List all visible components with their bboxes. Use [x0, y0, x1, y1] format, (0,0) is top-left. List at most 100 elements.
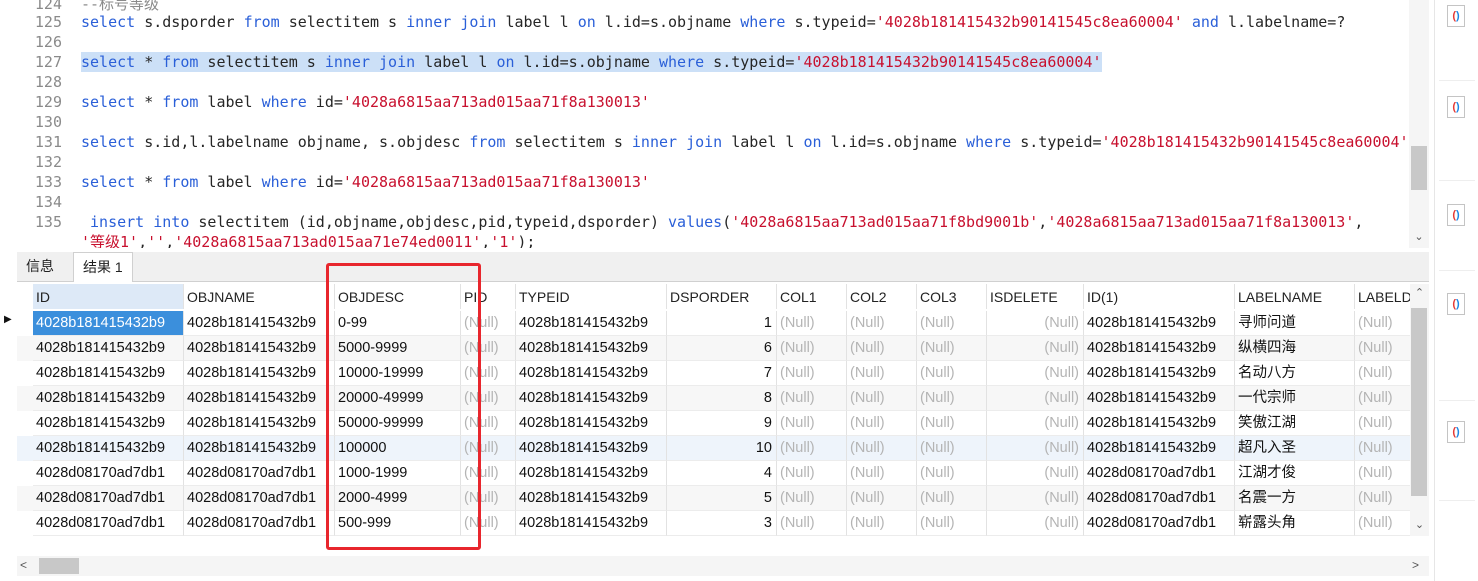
column-header[interactable]: DSPORDER	[667, 284, 777, 309]
table-cell[interactable]: (Null)	[917, 511, 987, 536]
scroll-down-arrow-icon[interactable]: ⌄	[1410, 518, 1429, 531]
table-cell[interactable]: (Null)	[917, 436, 987, 461]
table-cell[interactable]: 4028b181415432b9	[184, 386, 335, 411]
table-cell[interactable]: (Null)	[987, 336, 1084, 361]
table-cell[interactable]: 4028b181415432b9	[516, 361, 667, 386]
table-cell[interactable]: (Null)	[917, 311, 987, 336]
table-cell[interactable]: (Null)	[847, 361, 917, 386]
table-cell[interactable]: 超凡入圣	[1235, 436, 1355, 461]
tab-info[interactable]: 信息	[17, 252, 63, 280]
table-cell[interactable]: (Null)	[987, 511, 1084, 536]
table-cell[interactable]: (Null)	[1355, 361, 1410, 386]
table-cell[interactable]: (Null)	[847, 486, 917, 511]
column-header[interactable]: ID(1)	[1084, 284, 1235, 309]
column-header[interactable]: ISDELETE	[987, 284, 1084, 309]
table-cell[interactable]: (Null)	[777, 486, 847, 511]
table-cell[interactable]: 名震一方	[1235, 486, 1355, 511]
code-file-icon[interactable]: ()	[1447, 96, 1465, 118]
column-header[interactable]: TYPEID	[516, 284, 667, 309]
table-cell[interactable]: 4028d08170ad7db1	[33, 511, 184, 536]
grid-horizontal-scroll-thumb[interactable]	[39, 558, 79, 574]
table-cell[interactable]: 4028b181415432b9	[33, 411, 184, 436]
table-cell[interactable]: (Null)	[847, 311, 917, 336]
table-cell[interactable]: 4028b181415432b9	[33, 336, 184, 361]
table-cell[interactable]: 4028b181415432b9	[516, 311, 667, 336]
code-text[interactable]: insert into selectitem (id,objname,objde…	[81, 212, 1363, 232]
tab-result-1[interactable]: 结果 1	[73, 252, 133, 282]
table-cell[interactable]: (Null)	[987, 361, 1084, 386]
code-text[interactable]: '等级1','','4028a6815aa713ad015aa71e74ed00…	[81, 232, 535, 248]
table-cell[interactable]: 4028d08170ad7db1	[1084, 511, 1235, 536]
table-cell[interactable]: 4028b181415432b9	[1084, 411, 1235, 436]
code-file-icon[interactable]: ()	[1447, 204, 1465, 226]
table-cell[interactable]: 4028d08170ad7db1	[1084, 461, 1235, 486]
table-cell[interactable]: 4028b181415432b9	[1084, 436, 1235, 461]
grid-vertical-scroll-thumb[interactable]	[1411, 308, 1427, 496]
table-cell[interactable]: (Null)	[917, 461, 987, 486]
table-cell[interactable]: 纵横四海	[1235, 336, 1355, 361]
table-cell[interactable]: 4028b181415432b9	[33, 311, 184, 336]
table-cell[interactable]: (Null)	[917, 411, 987, 436]
table-row[interactable]: 4028b181415432b9 4028b181415432b9 5000-999…	[17, 336, 1410, 361]
table-cell[interactable]: 4028d08170ad7db1	[1084, 486, 1235, 511]
table-cell[interactable]: (Null)	[847, 511, 917, 536]
table-row[interactable]: 4028d08170ad7db1 4028d08170ad7db1 2000-499…	[17, 486, 1410, 511]
table-cell[interactable]: 4	[667, 461, 777, 486]
table-cell[interactable]: (Null)	[917, 486, 987, 511]
table-cell[interactable]: 4028b181415432b9	[184, 311, 335, 336]
table-cell[interactable]: 9	[667, 411, 777, 436]
code-file-icon[interactable]: ()	[1447, 5, 1465, 27]
editor-scroll-thumb[interactable]	[1411, 146, 1427, 190]
table-cell[interactable]: 7	[667, 361, 777, 386]
table-cell[interactable]: (Null)	[1355, 411, 1410, 436]
table-cell[interactable]: 5	[667, 486, 777, 511]
table-cell[interactable]: 江湖才俊	[1235, 461, 1355, 486]
table-cell[interactable]: (Null)	[847, 461, 917, 486]
grid-vertical-scrollbar[interactable]: ⌃ ⌄	[1410, 284, 1429, 536]
table-cell[interactable]: (Null)	[1355, 436, 1410, 461]
table-cell[interactable]: (Null)	[777, 436, 847, 461]
table-cell[interactable]: 4028b181415432b9	[516, 386, 667, 411]
table-cell[interactable]: 1	[667, 311, 777, 336]
table-cell[interactable]: 崭露头角	[1235, 511, 1355, 536]
table-row[interactable]: 4028b181415432b9 4028b181415432b9 100000 (N…	[17, 436, 1410, 461]
table-cell[interactable]: (Null)	[777, 361, 847, 386]
code-text[interactable]: select * from label where id='4028a6815a…	[81, 92, 650, 112]
table-cell[interactable]: (Null)	[1355, 386, 1410, 411]
table-cell[interactable]: 4028b181415432b9	[516, 486, 667, 511]
table-cell[interactable]: (Null)	[777, 511, 847, 536]
grid-horizontal-scrollbar[interactable]: < >	[17, 556, 1429, 576]
table-cell[interactable]: 寻师问道	[1235, 311, 1355, 336]
table-cell[interactable]: (Null)	[777, 336, 847, 361]
column-header[interactable]: COL2	[847, 284, 917, 309]
table-cell[interactable]: 4028b181415432b9	[184, 436, 335, 461]
table-cell[interactable]: (Null)	[777, 461, 847, 486]
column-header[interactable]: COL1	[777, 284, 847, 309]
scroll-up-arrow-icon[interactable]: ⌃	[1410, 286, 1429, 299]
table-cell[interactable]: 名动八方	[1235, 361, 1355, 386]
table-cell[interactable]: 4028b181415432b9	[184, 336, 335, 361]
table-row[interactable]: 4028d08170ad7db1 4028d08170ad7db1 500-999(…	[17, 511, 1410, 536]
table-cell[interactable]: (Null)	[1355, 461, 1410, 486]
table-cell[interactable]: (Null)	[1355, 311, 1410, 336]
table-cell[interactable]: 4028b181415432b9	[184, 411, 335, 436]
table-cell[interactable]: 4028b181415432b9	[1084, 336, 1235, 361]
column-header[interactable]: LABELD	[1355, 284, 1410, 309]
table-cell[interactable]: 4028b181415432b9	[33, 386, 184, 411]
table-cell[interactable]: (Null)	[987, 486, 1084, 511]
column-header[interactable]: LABELNAME	[1235, 284, 1355, 309]
table-cell[interactable]: (Null)	[847, 336, 917, 361]
table-row[interactable]: 4028d08170ad7db1 4028d08170ad7db1 1000-199…	[17, 461, 1410, 486]
table-cell[interactable]: (Null)	[917, 336, 987, 361]
table-cell[interactable]: (Null)	[847, 436, 917, 461]
table-cell[interactable]: (Null)	[987, 461, 1084, 486]
table-cell[interactable]: 4028b181415432b9	[516, 461, 667, 486]
table-cell[interactable]: 3	[667, 511, 777, 536]
table-cell[interactable]: 8	[667, 386, 777, 411]
code-file-icon[interactable]: ()	[1447, 421, 1465, 443]
table-cell[interactable]: (Null)	[847, 411, 917, 436]
table-cell[interactable]: 笑傲江湖	[1235, 411, 1355, 436]
table-cell[interactable]: (Null)	[847, 386, 917, 411]
column-header[interactable]: OBJNAME	[184, 284, 335, 309]
code-text[interactable]: select * from selectitem s inner join la…	[81, 52, 1102, 72]
